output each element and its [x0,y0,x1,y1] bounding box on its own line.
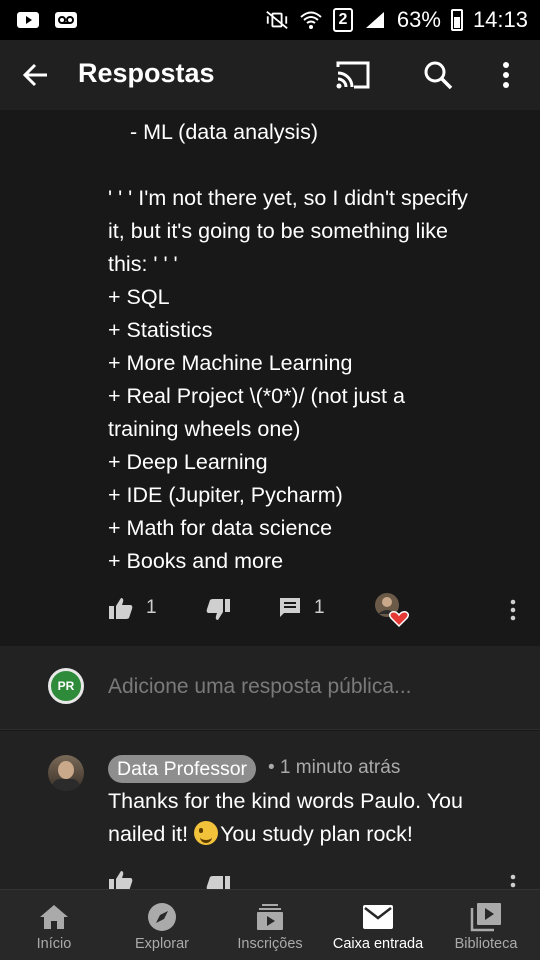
back-button[interactable] [18,57,54,93]
reply-count: 1 [314,597,325,618]
nav-explore[interactable]: Explorar [122,890,202,960]
comment-line: + SQL [108,285,170,309]
author-badge[interactable]: Data Professor [108,755,257,783]
search-icon [424,61,453,90]
comment-line: + More Machine Learning [108,351,353,375]
comment-line: - ML (data analysis) [130,120,318,144]
comment-actions: 1 1 [0,590,540,630]
vibrate-mute-icon [265,10,289,30]
wifi-icon [299,10,323,30]
reply-composer[interactable]: PR Adicione uma resposta pública... [0,646,540,730]
bottom-navigation: Início Explorar Inscrições Caixa entrada… [0,889,540,960]
app-bar: Respostas [0,40,540,110]
clock: 14:13 [472,7,528,32]
cast-icon [336,61,370,89]
comment-line: it, but it's going to be something like [108,219,448,243]
more-vert-icon [503,62,509,88]
thumbs-up-icon[interactable] [108,869,134,889]
nav-label: Caixa entrada [332,936,424,952]
grinning-emoji-icon [194,821,219,845]
comment-line: training wheels one) [108,417,301,441]
avatar[interactable] [48,755,84,791]
more-vert-icon[interactable] [505,873,521,889]
timestamp: • 1 minuto atrás [268,757,401,778]
signal-icon [363,10,387,30]
like-count: 1 [146,597,157,618]
comment-text: - ML (data analysis) ' ' ' I'm not there… [108,116,518,578]
nav-home[interactable]: Início [24,890,84,960]
inbox-icon [362,902,394,932]
comment-line: this: ' ' ' [108,252,178,276]
avatar-face [58,761,74,779]
status-bar: 2 63% 14:13 [0,0,540,40]
creator-heart-icon [375,593,410,628]
more-options-button[interactable] [492,57,520,93]
nav-subscriptions[interactable]: Inscrições [228,890,312,960]
nav-label: Explorar [135,936,189,952]
avatar: PR [48,668,84,704]
comment-blank-line [108,149,518,182]
thumbs-up-icon [109,598,133,619]
library-icon [470,902,502,932]
battery-percent: 63% [396,7,441,32]
search-button[interactable] [420,57,456,93]
reply-button[interactable]: 1 [278,596,325,620]
more-vert-icon [510,599,516,621]
comment-line: + Math for data science [108,516,333,540]
comment-line: ' ' ' I'm not there yet, so I didn't spe… [108,186,468,210]
avatar-shirt [52,779,80,791]
comment-line: + IDE (Jupiter, Pycharm) [108,483,343,507]
reply-input[interactable]: Adicione uma resposta pública... [108,675,412,699]
comment-line: + Books and more [108,549,284,573]
thumbs-down-icon[interactable] [205,875,231,889]
nav-label: Biblioteca [454,936,518,952]
sim-badge: 2 [332,8,353,32]
reply-item: Data Professor • 1 minuto atrás Thanks f… [0,731,540,889]
nav-library[interactable]: Biblioteca [446,890,526,960]
battery-icon [450,9,463,31]
comment-line: + Statistics [108,318,213,342]
nav-label: Início [36,936,72,952]
comment-icon [280,598,300,617]
creator-heart [374,592,410,628]
comment-card: - ML (data analysis) ' ' ' I'm not there… [0,110,540,646]
voicemail-icon [54,10,78,30]
reply-actions [0,869,540,889]
thumbs-down-icon [206,599,230,620]
reply-text: Thanks for the kind words Paulo. You nai… [108,785,518,851]
page-title: Respostas [78,58,215,88]
youtube-icon [16,10,40,30]
subscriptions-icon [254,902,286,932]
back-arrow-icon [22,63,47,87]
compass-icon [146,902,178,932]
comment-more-button[interactable] [505,598,521,622]
reply-text-part: You study plan rock! [220,822,413,846]
nav-label: Inscrições [237,936,303,952]
dislike-button[interactable] [205,598,231,622]
comment-line: + Deep Learning [108,450,268,474]
cast-button[interactable] [334,57,372,93]
like-button[interactable]: 1 [108,596,157,620]
home-icon [38,902,70,932]
comment-line: + Real Project \(*0*)/ (not just a [108,384,405,408]
nav-inbox[interactable]: Caixa entrada [328,890,428,960]
